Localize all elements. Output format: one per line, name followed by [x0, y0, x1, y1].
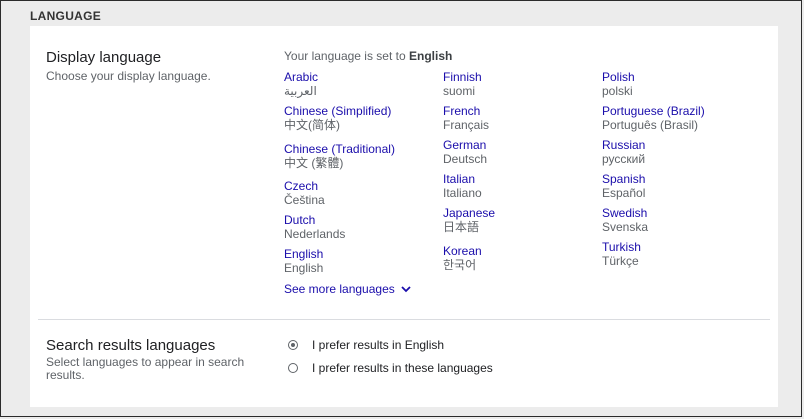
- language-link[interactable]: Czech: [284, 179, 434, 193]
- results-in-english-label: I prefer results in English: [312, 338, 445, 352]
- display-language-title: Display language: [46, 49, 162, 66]
- current-language-value: English: [409, 49, 453, 63]
- search-results-subtitle-line-2: results.: [46, 368, 85, 382]
- language-option: Chinese (Simplified) 中文(简体): [284, 104, 434, 132]
- language-native-name: Türkçe: [602, 254, 639, 268]
- language-option: French Français: [443, 104, 593, 132]
- language-option: Korean 한국어: [443, 244, 593, 272]
- language-link[interactable]: Turkish: [602, 240, 752, 254]
- language-native-name: Italiano: [443, 186, 482, 200]
- language-option: Czech Čeština: [284, 179, 434, 207]
- language-option: German Deutsch: [443, 138, 593, 166]
- language-link[interactable]: Chinese (Simplified): [284, 104, 434, 118]
- results-in-these-languages-option[interactable]: I prefer results in these languages: [288, 361, 493, 375]
- search-results-languages-subtitle: Select languages to appear in search res…: [46, 356, 244, 382]
- results-in-these-languages-radio[interactable]: [288, 363, 298, 373]
- language-option: Finnish suomi: [443, 70, 593, 98]
- language-link[interactable]: Russian: [602, 138, 752, 152]
- language-option: Arabic العربية: [284, 70, 434, 98]
- language-option: Portuguese (Brazil) Português (Brasil): [602, 104, 752, 132]
- language-native-name: العربية: [284, 84, 317, 98]
- language-link[interactable]: Polish: [602, 70, 752, 84]
- language-link[interactable]: Dutch: [284, 213, 434, 227]
- language-link[interactable]: Korean: [443, 244, 593, 258]
- section-divider: [38, 319, 770, 320]
- results-in-english-radio[interactable]: [288, 340, 298, 350]
- language-link[interactable]: Italian: [443, 172, 593, 186]
- see-more-languages-link[interactable]: See more languages: [284, 282, 411, 296]
- language-option: Spanish Español: [602, 172, 752, 200]
- see-more-languages-label: See more languages: [284, 282, 395, 296]
- language-option: English English: [284, 247, 434, 275]
- language-native-name: 中文(简体): [284, 118, 340, 132]
- language-native-name: Français: [443, 118, 490, 132]
- language-link[interactable]: Portuguese (Brazil): [602, 104, 752, 118]
- language-option: Swedish Svenska: [602, 206, 752, 234]
- current-language-text: Your language is set to English: [284, 49, 452, 63]
- language-native-name: 한국어: [443, 258, 477, 272]
- language-link[interactable]: Spanish: [602, 172, 752, 186]
- language-link[interactable]: Swedish: [602, 206, 752, 220]
- language-native-name: English: [284, 261, 324, 275]
- language-option: Chinese (Traditional) 中文 (繁體): [284, 142, 434, 170]
- language-link[interactable]: Finnish: [443, 70, 593, 84]
- language-native-name: Nederlands: [284, 227, 346, 241]
- language-native-name: 中文 (繁體): [284, 156, 344, 170]
- language-native-name: Svenska: [602, 220, 649, 234]
- language-option: Russian русский: [602, 138, 752, 166]
- current-language-prefix: Your language is set to: [284, 49, 406, 63]
- language-link[interactable]: Arabic: [284, 70, 434, 84]
- display-language-subtitle: Choose your display language.: [46, 69, 211, 83]
- language-native-name: Português (Brasil): [602, 118, 699, 132]
- language-option: Turkish Türkçe: [602, 240, 752, 268]
- language-link[interactable]: German: [443, 138, 593, 152]
- language-link[interactable]: Japanese: [443, 206, 593, 220]
- language-link[interactable]: Chinese (Traditional): [284, 142, 434, 156]
- language-option: Dutch Nederlands: [284, 213, 434, 241]
- results-in-english-option[interactable]: I prefer results in English: [288, 338, 444, 352]
- language-native-name: 日本語: [443, 220, 480, 234]
- settings-frame: LANGUAGE Display language Choose your di…: [0, 0, 802, 417]
- search-results-subtitle-line-1: Select languages to appear in search: [46, 355, 245, 369]
- language-native-name: polski: [602, 84, 633, 98]
- language-native-name: Čeština: [284, 193, 325, 207]
- language-option: Japanese 日本語: [443, 206, 593, 234]
- chevron-down-icon: [401, 285, 411, 292]
- language-native-name: Deutsch: [443, 152, 488, 166]
- language-link[interactable]: French: [443, 104, 593, 118]
- results-in-these-languages-label: I prefer results in these languages: [312, 361, 493, 375]
- language-link[interactable]: English: [284, 247, 434, 261]
- language-native-name: Español: [602, 186, 646, 200]
- language-option: Polish polski: [602, 70, 752, 98]
- search-results-languages-title: Search results languages: [46, 337, 216, 354]
- section-heading: LANGUAGE: [30, 9, 102, 23]
- language-option: Italian Italiano: [443, 172, 593, 200]
- language-settings-card: Display language Choose your display lan…: [30, 26, 778, 407]
- language-native-name: suomi: [443, 84, 476, 98]
- language-native-name: русский: [602, 152, 646, 166]
